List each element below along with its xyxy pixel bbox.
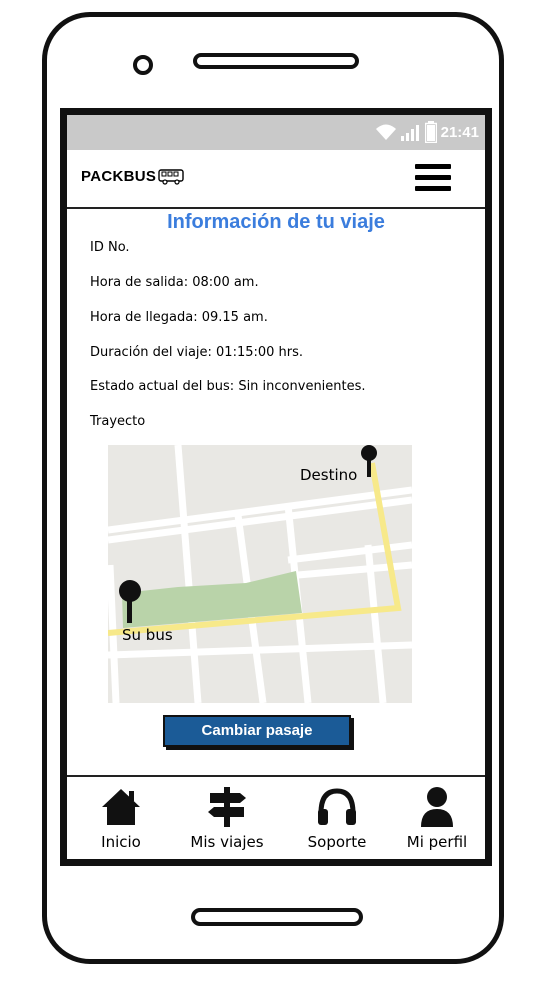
nav-item-mi-perfil[interactable]: Mi perfil xyxy=(387,785,485,851)
status-time: 21:41 xyxy=(440,123,479,141)
status-bar: 21:41 xyxy=(67,115,485,150)
battery-icon xyxy=(424,121,437,143)
nav-item-soporte[interactable]: Soporte xyxy=(287,785,387,851)
camera-icon xyxy=(133,55,153,75)
nav-label-mi-perfil: Mi perfil xyxy=(406,833,468,851)
route-label: Trayecto xyxy=(90,414,146,429)
bus-status: Estado actual del bus: Sin inconveniente… xyxy=(90,379,366,394)
home-hardware-button[interactable] xyxy=(191,908,363,926)
trip-id: ID No. xyxy=(90,240,130,255)
route-map[interactable]: Destino Su bus xyxy=(108,445,412,703)
user-icon xyxy=(421,787,453,827)
wifi-icon xyxy=(375,124,396,140)
brand-name: PACKBUS xyxy=(81,168,157,185)
speaker-grille xyxy=(193,53,359,69)
map-drawing xyxy=(108,445,412,703)
nav-label-mis-viajes: Mis viajes xyxy=(190,833,264,851)
bottom-navigation: Inicio Mis viajes Soporte Mi perfil xyxy=(67,775,485,859)
departure-time: Hora de salida: 08:00 am. xyxy=(90,275,259,290)
status-icons: 21:41 xyxy=(375,121,479,143)
signal-icon xyxy=(400,125,419,141)
destination-label: Destino xyxy=(300,466,358,484)
nav-label-soporte: Soporte xyxy=(307,833,367,851)
nav-item-mis-viajes[interactable]: Mis viajes xyxy=(177,785,277,851)
brand-logo[interactable]: PACKBUS xyxy=(81,168,184,185)
signpost-icon xyxy=(208,787,246,827)
arrival-time: Hora de llegada: 09.15 am. xyxy=(90,310,268,325)
bus-label: Su bus xyxy=(122,626,173,644)
hamburger-menu-icon[interactable] xyxy=(415,164,451,192)
nav-item-inicio[interactable]: Inicio xyxy=(71,785,171,851)
headset-icon xyxy=(318,788,356,825)
app-header: PACKBUS xyxy=(67,150,485,209)
change-ticket-button[interactable]: Cambiar pasaje xyxy=(163,715,351,747)
page-title: Información de tu viaje xyxy=(167,211,385,233)
home-icon xyxy=(102,789,140,825)
bus-icon xyxy=(158,168,184,185)
nav-label-inicio: Inicio xyxy=(101,833,141,851)
trip-duration: Duración del viaje: 01:15:00 hrs. xyxy=(90,345,304,360)
phone-screen: 21:41 PACKBUS Información de tu viaje ID… xyxy=(60,108,492,866)
